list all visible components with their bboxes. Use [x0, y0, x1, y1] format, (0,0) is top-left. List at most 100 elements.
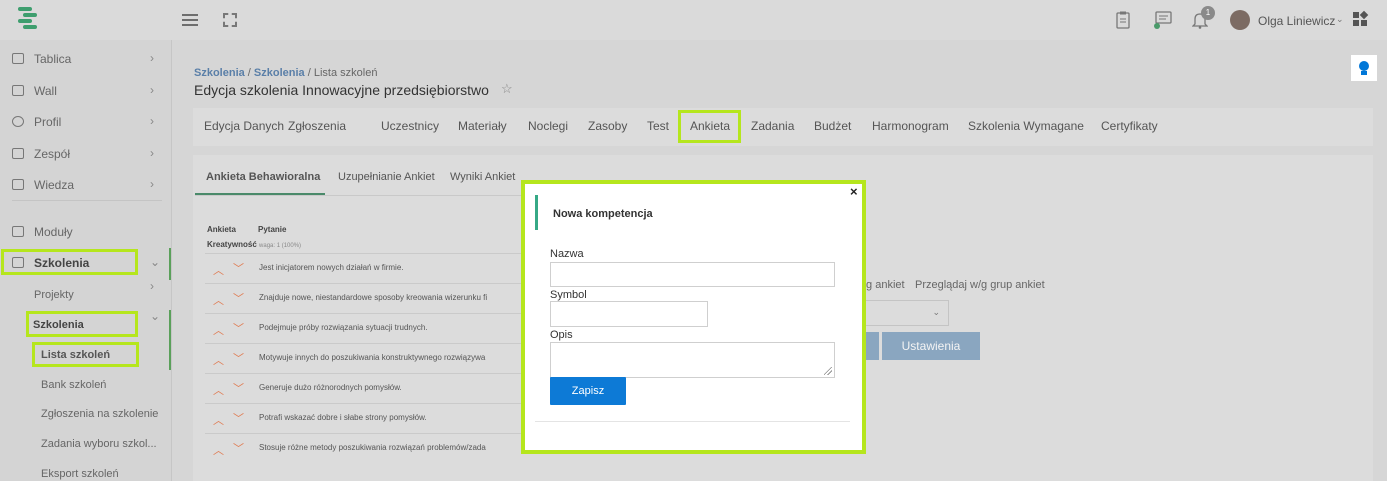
tab-noclegi[interactable]: Noclegi	[528, 119, 568, 133]
move-up-icon[interactable]: ︿	[213, 442, 224, 458]
tab-zgloszenia[interactable]: Zgłoszenia	[288, 119, 346, 133]
sidebar-subitem-projekty[interactable]: Projekty	[34, 289, 74, 301]
sidebar-item-wiedza[interactable]: Wiedza ›	[0, 170, 172, 200]
table-row: ︿ ﹀ Podejmuje próby rozwiązania sytuacji …	[205, 313, 523, 343]
table-row: ︿ ﹀ Stosuje różne metody poszukiwania roz…	[205, 433, 523, 463]
table-row: ︿ ﹀ Znajduje nowe, niestandardowe sposoby…	[205, 283, 523, 313]
browse-by-survey-groups-link[interactable]: Przeglądaj w/g grup ankiet	[915, 279, 1045, 291]
app-logo[interactable]	[14, 4, 44, 34]
tab-test[interactable]: Test	[647, 119, 669, 133]
star-icon[interactable]: ☆	[501, 81, 513, 97]
book-icon	[12, 179, 24, 190]
move-up-icon[interactable]: ︿	[213, 262, 224, 278]
resize-handle-icon[interactable]	[824, 367, 832, 375]
move-up-icon[interactable]: ︿	[213, 322, 224, 338]
sidebar-subitem-eksport[interactable]: Eksport szkoleń	[41, 468, 119, 480]
question-text: Generuje dużo różnorodnych pomysłów.	[259, 383, 402, 392]
chevron-down-icon[interactable]: ⌄	[1336, 14, 1344, 25]
move-down-icon[interactable]: ﹀	[233, 320, 244, 336]
column-header-ankieta: Ankieta	[207, 225, 236, 234]
chevron-down-icon: ⌄	[150, 255, 161, 269]
chevron-down-icon: ⌄	[150, 309, 161, 323]
modules-icon	[12, 226, 24, 237]
chevron-right-icon: ›	[150, 279, 154, 293]
menu-toggle-icon[interactable]	[182, 14, 198, 28]
name-field[interactable]	[550, 262, 835, 287]
close-icon[interactable]: ×	[850, 184, 858, 199]
subtab-wyniki-ankiet[interactable]: Wyniki Ankiet	[450, 171, 515, 183]
sidebar-item-label: Profil	[34, 115, 62, 129]
page-title: Edycja szkolenia Innowacyjne przedsiębio…	[194, 82, 489, 98]
avatar[interactable]	[1230, 10, 1250, 30]
chevron-right-icon: ›	[150, 114, 154, 128]
highlight-box	[678, 110, 741, 143]
sidebar-item-wall[interactable]: Wall ›	[0, 76, 172, 106]
move-down-icon[interactable]: ﹀	[233, 350, 244, 366]
sidebar-item-profil[interactable]: Profil ›	[0, 107, 172, 137]
subtab-uzupelnianie-ankiet[interactable]: Uzupełnianie Ankiet	[338, 171, 435, 183]
clipboard-icon[interactable]	[1116, 11, 1130, 29]
chevron-right-icon: ›	[150, 177, 154, 191]
tab-edycja-danych[interactable]: Edycja Danych	[204, 119, 284, 133]
symbol-field[interactable]	[550, 301, 708, 327]
sidebar-item-tablica[interactable]: Tablica ›	[0, 44, 172, 74]
save-button[interactable]: Zapisz	[550, 377, 626, 405]
move-down-icon[interactable]: ﹀	[233, 410, 244, 426]
question-text: Stosuje różne metody poszukiwania rozwią…	[259, 443, 486, 452]
sidebar-item-label: Moduły	[34, 225, 73, 239]
sidebar-subitem-bank-szkolen[interactable]: Bank szkoleń	[41, 379, 106, 391]
move-down-icon[interactable]: ﹀	[233, 380, 244, 396]
move-up-icon[interactable]: ︿	[213, 412, 224, 428]
table-row: ︿ ﹀ Jest inicjatorem nowych działań w fir…	[205, 253, 523, 283]
subtabs-divider	[195, 195, 525, 196]
chat-icon[interactable]	[1153, 11, 1173, 30]
tab-uczestnicy[interactable]: Uczestnicy	[381, 119, 439, 133]
apps-grid-icon[interactable]	[1353, 10, 1369, 26]
sidebar-item-label: Zespół	[34, 147, 71, 161]
move-up-icon[interactable]: ︿	[213, 352, 224, 368]
tab-materialy[interactable]: Materiały	[458, 119, 507, 133]
chevron-right-icon: ›	[150, 146, 154, 160]
user-name[interactable]: Olga Liniewicz	[1258, 14, 1335, 28]
table-row: ︿ ﹀ Motywuje innych do poszukiwania konst…	[205, 343, 523, 373]
move-down-icon[interactable]: ﹀	[233, 260, 244, 276]
move-down-icon[interactable]: ﹀	[233, 290, 244, 306]
move-up-icon[interactable]: ︿	[213, 382, 224, 398]
fullscreen-icon[interactable]	[223, 13, 237, 27]
sidebar-item-moduly[interactable]: Moduły	[0, 217, 172, 247]
sidebar-subitem-zadania-wyboru[interactable]: Zadania wyboru szkol...	[41, 438, 157, 450]
breadcrumb-separator: /	[244, 67, 254, 79]
breadcrumb-link[interactable]: Szkolenia	[254, 67, 305, 79]
tab-zasoby[interactable]: Zasoby	[588, 119, 627, 133]
wall-icon	[12, 85, 24, 96]
column-header-pytanie: Pytanie	[258, 225, 287, 234]
modal-header-accent	[535, 195, 538, 230]
top-bar: 1 Olga Liniewicz ⌄	[0, 0, 1387, 40]
tab-budzet[interactable]: Budżet	[814, 119, 851, 133]
tab-harmonogram[interactable]: Harmonogram	[872, 119, 949, 133]
lightbulb-icon[interactable]	[1351, 55, 1377, 81]
competency-weight: waga: 1 (100%)	[259, 243, 302, 249]
sidebar-subitem-zgloszenia[interactable]: Zgłoszenia na szkolenie	[41, 408, 158, 420]
modal-footer-divider	[535, 421, 850, 422]
team-icon	[12, 148, 24, 159]
description-textarea[interactable]	[550, 342, 835, 378]
tab-zadania[interactable]: Zadania	[751, 119, 794, 133]
modal-title: Nowa kompetencja	[553, 208, 653, 220]
breadcrumb-link[interactable]: Szkolenia	[194, 67, 245, 79]
tab-szkolenia-wymagane[interactable]: Szkolenia Wymagane	[968, 119, 1084, 133]
survey-select[interactable]: ⌄	[859, 300, 949, 326]
subtab-ankieta-behawioralna[interactable]: Ankieta Behawioralna	[206, 171, 320, 183]
browse-by-surveys-link[interactable]: /g ankiet	[863, 279, 905, 291]
sidebar-item-zespol[interactable]: Zespół ›	[0, 139, 172, 169]
active-indicator	[169, 310, 171, 370]
breadcrumb-separator: /	[304, 67, 314, 79]
move-down-icon[interactable]: ﹀	[233, 440, 244, 456]
symbol-label: Symbol	[550, 289, 587, 301]
highlight-box	[26, 311, 138, 337]
move-up-icon[interactable]: ︿	[213, 292, 224, 308]
sidebar-item-label: Wiedza	[34, 178, 75, 192]
question-text: Motywuje innych do poszukiwania konstruk…	[259, 353, 486, 362]
tab-certyfikaty[interactable]: Certyfikaty	[1101, 119, 1158, 133]
settings-button[interactable]: Ustawienia	[882, 332, 980, 360]
